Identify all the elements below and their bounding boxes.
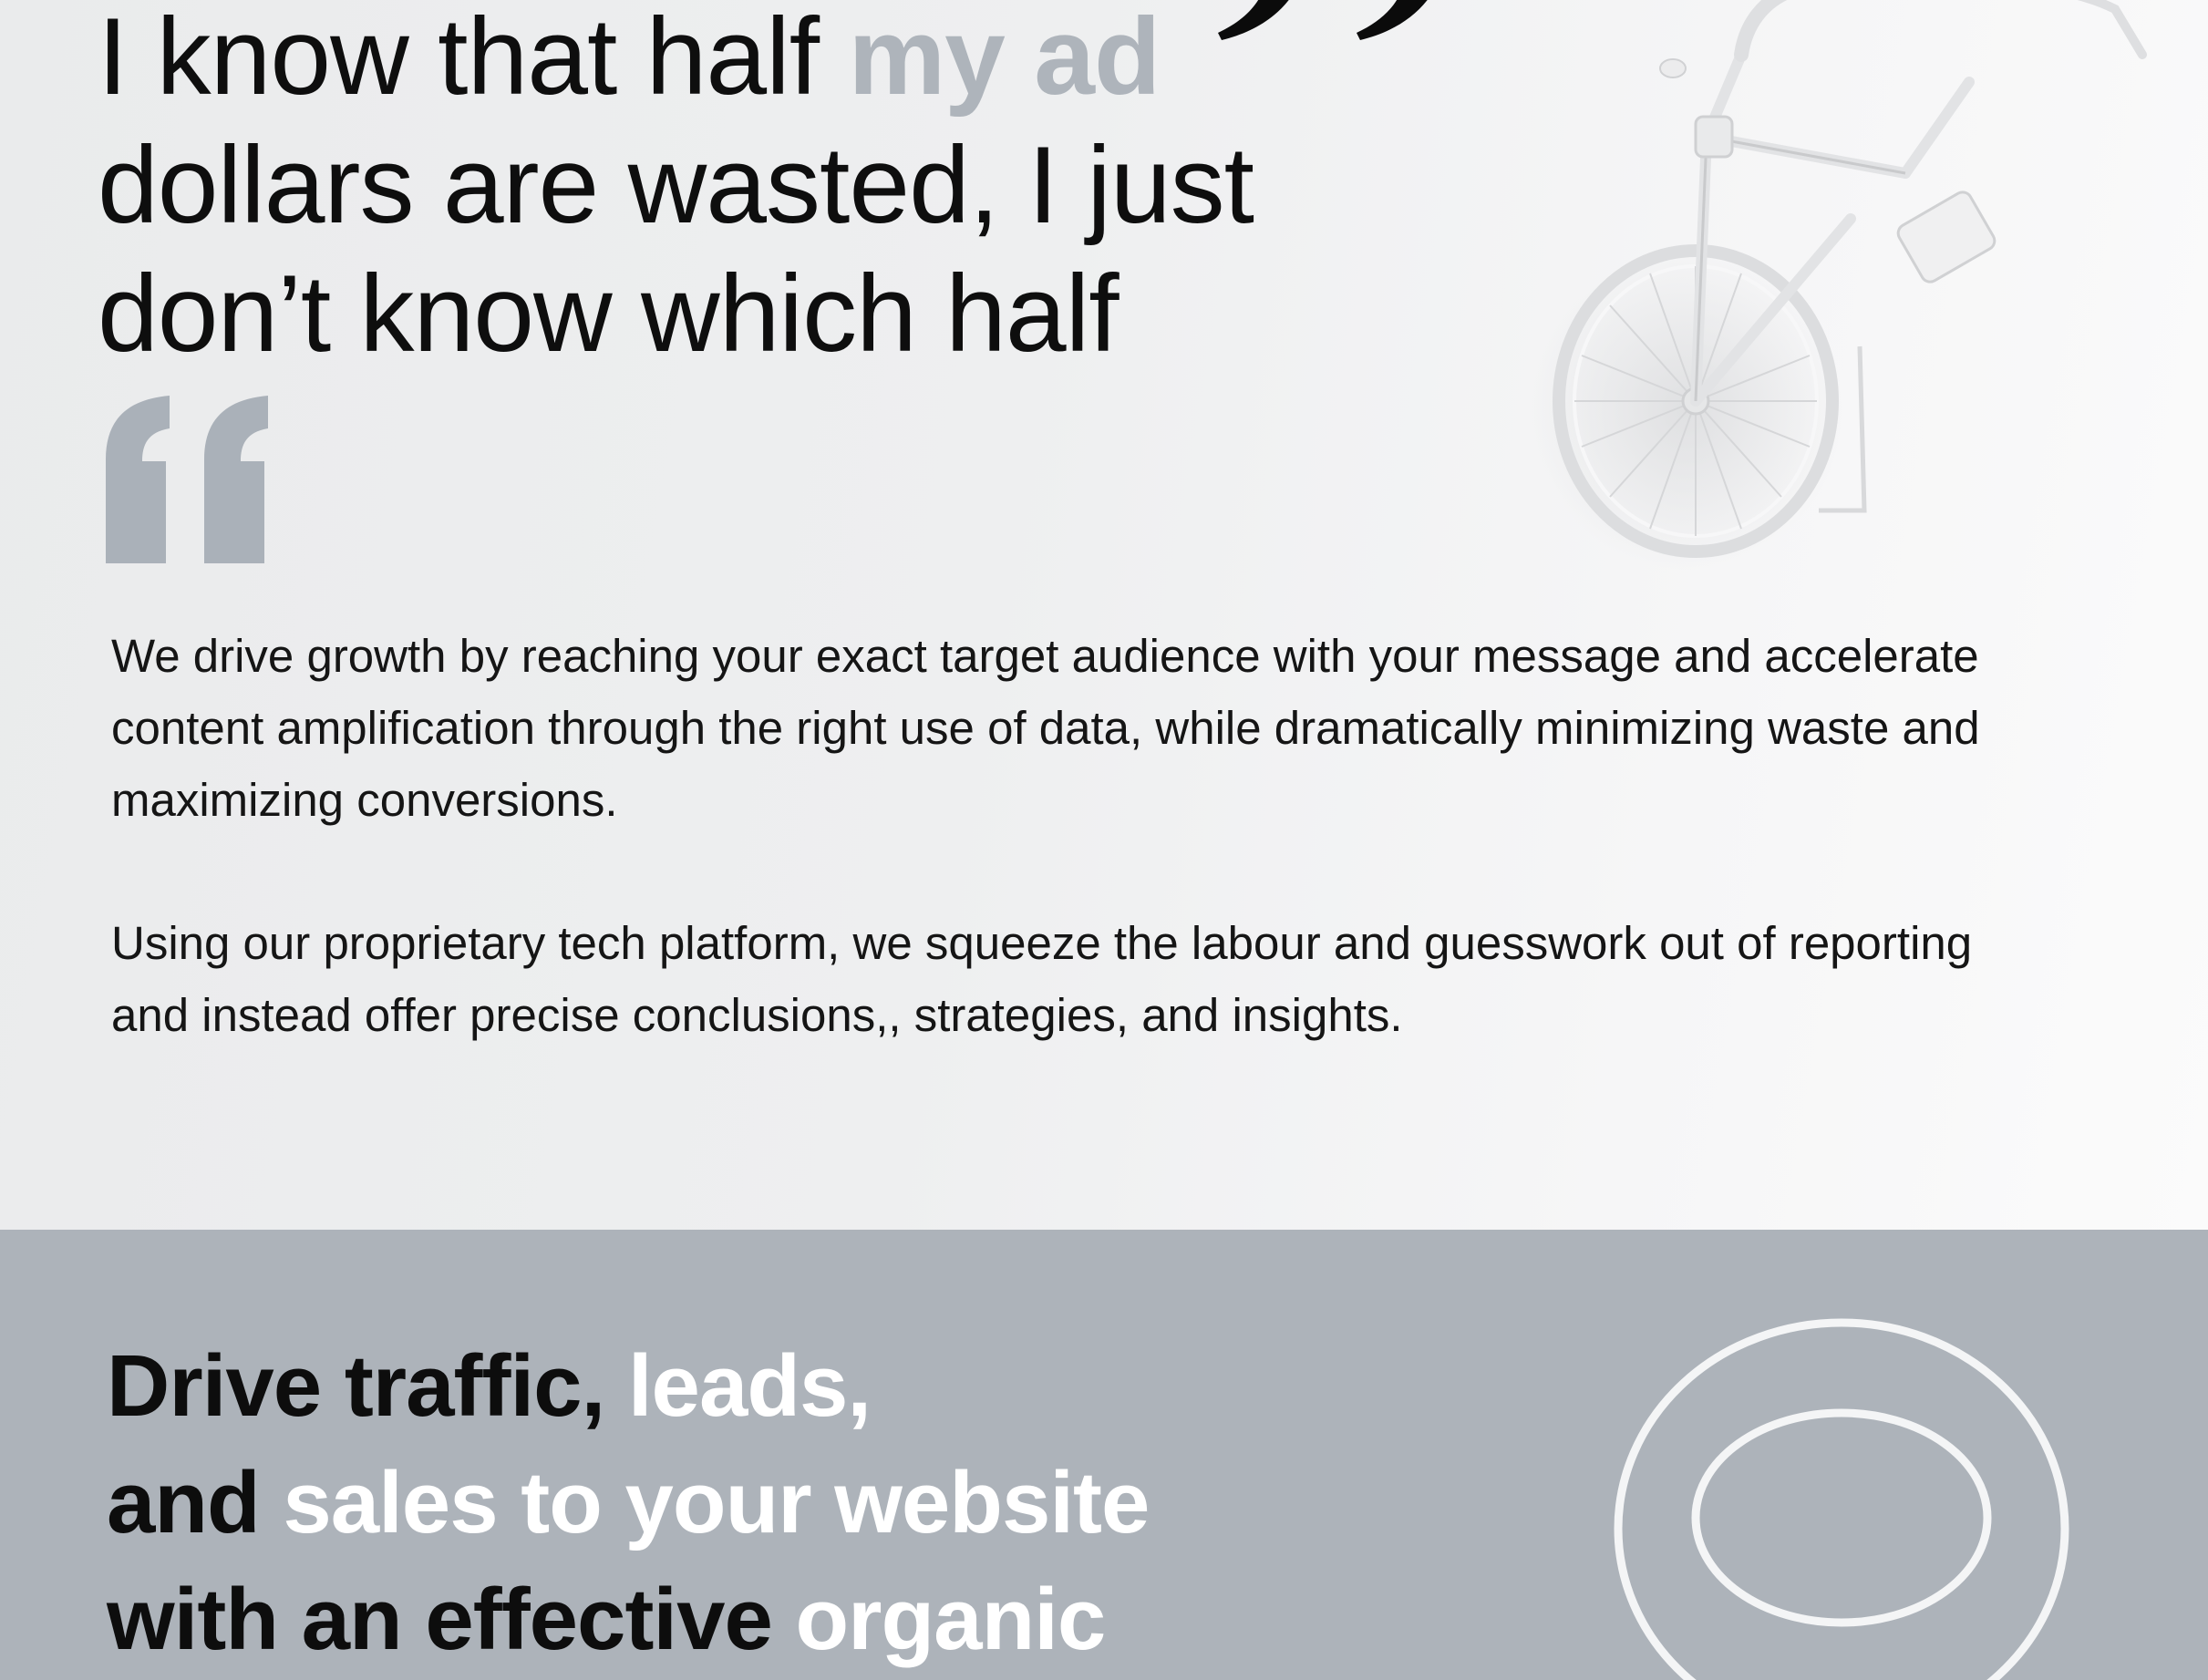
headline-line3: don’t know which half	[98, 253, 1119, 375]
cta-line1-dark: Drive traffic,	[107, 1337, 628, 1435]
cta-line2-dark: and	[107, 1454, 284, 1551]
headline-line1: I know that half	[98, 0, 849, 118]
cta-line3-light: organic	[795, 1571, 1107, 1668]
intro-paragraph-2: Using our proprietary tech platform, we …	[111, 917, 1973, 1041]
intro-paragraph-1: We drive growth by reaching your exact t…	[111, 630, 1980, 826]
concentric-rings-graphic	[1614, 1318, 2069, 1680]
headline-line2: dollars are wasted, I just	[98, 124, 1254, 246]
open-quote-icon	[106, 396, 268, 563]
cta-line1-light: leads,	[627, 1337, 872, 1435]
cta-line3-dark: with an effective	[107, 1571, 796, 1668]
hero-headline: I know that half my ad dollars are wasted…	[98, 0, 1254, 378]
cta-heading: Drive traffic, leads, and sales to your w…	[107, 1328, 1150, 1678]
intro-copy: We drive growth by reaching your exact t…	[111, 620, 1989, 1122]
headline-accent: my ad	[848, 0, 1161, 118]
bicycle-illustration	[1532, 0, 2147, 570]
cta-band: Drive traffic, leads, and sales to your w…	[0, 1230, 2208, 1680]
cta-line2-light: sales to your website	[283, 1454, 1150, 1551]
hero-section: I know that half my ad dollars are wasted…	[0, 0, 2208, 1230]
